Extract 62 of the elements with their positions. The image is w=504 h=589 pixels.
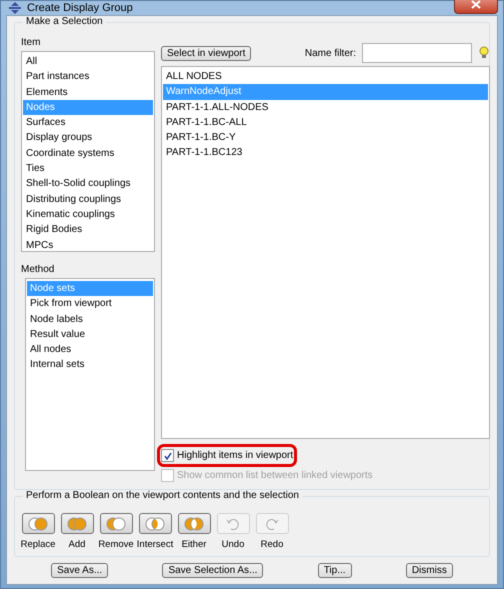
set-list-item[interactable]: ALL NODES bbox=[163, 69, 488, 84]
item-list-item[interactable]: All bbox=[23, 54, 153, 70]
item-list-item[interactable]: Elements bbox=[23, 84, 153, 100]
check-icon bbox=[164, 452, 172, 460]
method-list-item[interactable]: All nodes bbox=[27, 342, 153, 358]
checkbox[interactable] bbox=[161, 449, 174, 462]
operation-label: Redo bbox=[260, 539, 284, 550]
close-icon bbox=[471, 0, 481, 8]
dialog-button[interactable]: Save Selection As... bbox=[162, 563, 264, 578]
set-list-item[interactable]: PART-1-1.BC123 bbox=[163, 145, 488, 161]
item-list-item[interactable]: MPCs bbox=[23, 238, 153, 253]
remove-circles-icon bbox=[106, 516, 126, 530]
either-circles-icon bbox=[184, 516, 204, 530]
operation-label: Replace bbox=[20, 539, 56, 550]
operation-label: Add bbox=[68, 539, 86, 550]
select-in-viewport-button[interactable]: Select in viewport bbox=[161, 46, 252, 60]
method-list-item[interactable]: Internal sets bbox=[27, 357, 153, 373]
operation-label: Undo bbox=[222, 539, 244, 550]
option-checkbox[interactable]: Highlight items in viewport bbox=[161, 448, 294, 463]
lightbulb-icon[interactable] bbox=[478, 46, 490, 60]
method-list-item[interactable]: Pick from viewport bbox=[27, 296, 153, 312]
replace-button[interactable] bbox=[22, 513, 54, 534]
item-list-item[interactable]: Display groups bbox=[23, 130, 153, 146]
add-circles-icon bbox=[67, 516, 87, 530]
dialog-button[interactable]: Save As... bbox=[51, 563, 108, 578]
item-label: Item bbox=[21, 36, 42, 50]
add-button[interactable] bbox=[60, 513, 94, 534]
dialog-button[interactable]: Tip... bbox=[318, 563, 352, 578]
set-list-item[interactable]: PART-1-1.ALL-NODES bbox=[163, 100, 488, 115]
redo-icon bbox=[265, 516, 279, 530]
item-list-item[interactable]: Surfaces bbox=[23, 115, 153, 130]
operation-label: Remove bbox=[98, 539, 134, 550]
either-button[interactable] bbox=[178, 513, 210, 534]
item-list-item[interactable]: Part instances bbox=[23, 69, 153, 85]
item-list-item[interactable]: Shell-to-Solid couplings bbox=[23, 176, 153, 192]
checkbox-label: Show common list between linked viewports bbox=[177, 470, 373, 481]
name-filter-label: Name filter: bbox=[304, 48, 356, 58]
item-list-item[interactable]: Distributing couplings bbox=[23, 192, 153, 207]
checkbox-label: Highlight items in viewport bbox=[177, 450, 294, 461]
method-label: Method bbox=[21, 263, 56, 277]
remove-button[interactable] bbox=[100, 513, 132, 534]
item-list-item[interactable]: Rigid Bodies bbox=[23, 222, 153, 238]
intersect-circles-icon bbox=[145, 516, 165, 530]
method-list-item[interactable]: Result value bbox=[27, 326, 153, 342]
dialog-button[interactable]: Dismiss bbox=[406, 563, 453, 578]
close-button[interactable] bbox=[454, 0, 498, 14]
set-list-item[interactable]: PART-1-1.BC-ALL bbox=[163, 114, 488, 130]
item-list-item[interactable]: Coordinate systems bbox=[23, 146, 153, 162]
window-title: Create Display Group bbox=[27, 2, 134, 14]
item-list-item[interactable]: Ties bbox=[23, 161, 153, 176]
name-filter-field[interactable] bbox=[362, 43, 472, 63]
group-title: Perform a Boolean on the viewport contents and the selection bbox=[23, 490, 302, 501]
replace-circles-icon bbox=[28, 516, 48, 530]
group-title: Make a Selection bbox=[23, 16, 106, 27]
item-list-item[interactable]: Kinematic couplings bbox=[23, 206, 153, 222]
app-icon bbox=[8, 1, 22, 15]
undo-icon bbox=[226, 516, 240, 530]
intersect-button[interactable] bbox=[138, 513, 172, 534]
operation-label: Intersect bbox=[136, 539, 174, 550]
method-list-item[interactable]: Node labels bbox=[27, 312, 153, 327]
set-list-item[interactable]: PART-1-1.BC-Y bbox=[163, 130, 488, 146]
operation-label: Either bbox=[182, 539, 206, 550]
